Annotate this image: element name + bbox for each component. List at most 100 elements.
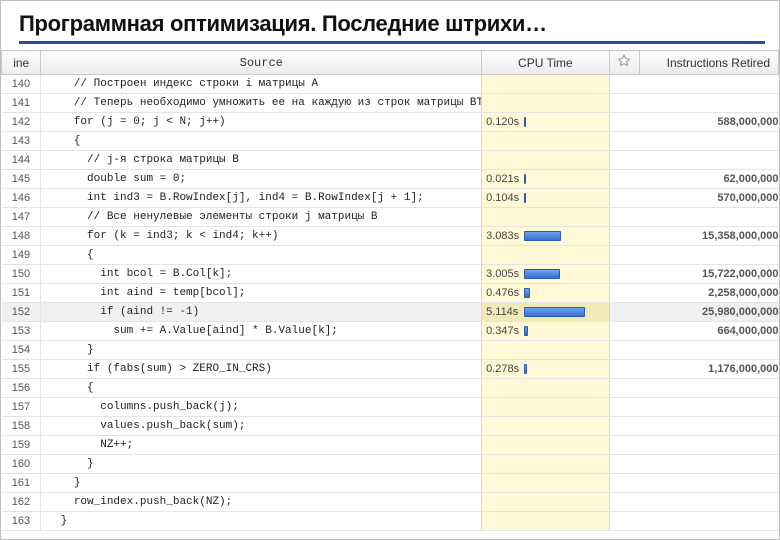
table-row[interactable]: 150 int bcol = B.Col[k];3.005s15,722,000… (2, 265, 779, 284)
cell-line-number: 153 (2, 322, 41, 341)
table-row[interactable]: 145 double sum = 0;0.021s62,000,000 (2, 170, 779, 189)
cell-source: { (41, 379, 482, 398)
cell-cpu-time (482, 94, 610, 113)
cell-star (609, 455, 639, 474)
cpu-time-value: 3.083s (486, 230, 520, 242)
cell-star (609, 341, 639, 360)
header-star[interactable] (609, 51, 639, 75)
cell-star (609, 417, 639, 436)
cell-star (609, 94, 639, 113)
table-row[interactable]: 158 values.push_back(sum); (2, 417, 779, 436)
cell-cpu-time: 0.278s (482, 360, 610, 379)
cell-source: { (41, 132, 482, 151)
cell-instructions-retired (639, 75, 778, 94)
cell-cpu-time (482, 246, 610, 265)
table-row[interactable]: 162 row_index.push_back(NZ); (2, 493, 779, 512)
cell-instructions-retired (639, 341, 778, 360)
cell-source: // Теперь необходимо умножить ее на кажд… (41, 94, 482, 113)
cell-source: for (j = 0; j < N; j++) (41, 113, 482, 132)
table-row[interactable]: 159 NZ++; (2, 436, 779, 455)
table-row[interactable]: 148 for (k = ind3; k < ind4; k++) 3.083s 1… (2, 227, 779, 246)
star-icon (617, 54, 631, 68)
slide-frame: Программная оптимизация. Последние штрих… (0, 0, 780, 540)
cell-instructions-retired (639, 246, 778, 265)
table-row[interactable]: 149 { (2, 246, 779, 265)
cell-line-number: 155 (2, 360, 41, 379)
cpu-time-bar (524, 193, 526, 203)
table-row[interactable]: 161 } (2, 474, 779, 493)
cell-instructions-retired: 15,358,000,000 (639, 227, 778, 246)
cell-star (609, 436, 639, 455)
table-row[interactable]: 154 } (2, 341, 779, 360)
cell-star (609, 512, 639, 531)
cell-instructions-retired: 570,000,000 (639, 189, 778, 208)
cell-line-number: 144 (2, 151, 41, 170)
table-row[interactable]: 155 if (fabs(sum) > ZERO_IN_CRS)0.278s 1,… (2, 360, 779, 379)
cell-line-number: 146 (2, 189, 41, 208)
cell-source: for (k = ind3; k < ind4; k++) (41, 227, 482, 246)
cell-instructions-retired (639, 436, 778, 455)
header-line[interactable]: ine (2, 51, 41, 75)
table-row[interactable]: 144 // j-я строка матрицы B (2, 151, 779, 170)
table-row[interactable]: 141 // Теперь необходимо умножить ее на … (2, 94, 779, 113)
table-row[interactable]: 146 int ind3 = B.RowIndex[j], ind4 = B.R… (2, 189, 779, 208)
table-row[interactable]: 140 // Построен индекс строки i матрицы … (2, 75, 779, 94)
cell-cpu-time (482, 417, 610, 436)
cell-source: if (fabs(sum) > ZERO_IN_CRS) (41, 360, 482, 379)
cpu-time-bar (524, 269, 560, 279)
cell-instructions-retired (639, 474, 778, 493)
cell-source: } (41, 341, 482, 360)
cell-instructions-retired: 2,258,000,000 (639, 284, 778, 303)
cell-line-number: 157 (2, 398, 41, 417)
table-row[interactable]: 163 } (2, 512, 779, 531)
table-row[interactable]: 152 if (aind != -1)5.114s25,980,000,000 (2, 303, 779, 322)
cpu-time-bar (524, 174, 526, 184)
cell-line-number: 149 (2, 246, 41, 265)
cell-line-number: 163 (2, 512, 41, 531)
cell-line-number: 151 (2, 284, 41, 303)
cell-line-number: 158 (2, 417, 41, 436)
cell-cpu-time (482, 474, 610, 493)
table-row[interactable]: 147 // Все ненулевые элементы строки j м… (2, 208, 779, 227)
cell-cpu-time: 5.114s (482, 303, 610, 322)
cell-source: if (aind != -1) (41, 303, 482, 322)
cell-cpu-time: 0.021s (482, 170, 610, 189)
cell-instructions-retired: 1,176,000,000 (639, 360, 778, 379)
table-row[interactable]: 156 { (2, 379, 779, 398)
cell-instructions-retired (639, 455, 778, 474)
cell-source: } (41, 474, 482, 493)
cell-instructions-retired: 588,000,000 (639, 113, 778, 132)
cell-instructions-retired: 664,000,000 (639, 322, 778, 341)
cell-cpu-time (482, 512, 610, 531)
cell-cpu-time (482, 436, 610, 455)
table-row[interactable]: 160 } (2, 455, 779, 474)
cell-line-number: 147 (2, 208, 41, 227)
cpu-time-bar (524, 364, 527, 374)
cell-star (609, 151, 639, 170)
cell-star (609, 398, 639, 417)
table-row[interactable]: 157 columns.push_back(j); (2, 398, 779, 417)
cell-source: int ind3 = B.RowIndex[j], ind4 = B.RowIn… (41, 189, 482, 208)
cell-line-number: 156 (2, 379, 41, 398)
header-instructions-retired[interactable]: Instructions Retired (639, 51, 778, 75)
cell-cpu-time (482, 208, 610, 227)
cell-cpu-time: 0.104s (482, 189, 610, 208)
cell-cpu-time (482, 379, 610, 398)
cpu-time-value: 0.347s (486, 325, 520, 337)
cell-source: double sum = 0; (41, 170, 482, 189)
cell-cpu-time (482, 151, 610, 170)
cell-line-number: 148 (2, 227, 41, 246)
cell-source: columns.push_back(j); (41, 398, 482, 417)
cell-star (609, 170, 639, 189)
table-row[interactable]: 142 for (j = 0; j < N; j++)0.120s588,000… (2, 113, 779, 132)
table-row[interactable]: 153 sum += A.Value[aind] * B.Value[k];0.… (2, 322, 779, 341)
cell-instructions-retired (639, 132, 778, 151)
header-source[interactable]: Source (41, 51, 482, 75)
cell-instructions-retired (639, 398, 778, 417)
table-row[interactable]: 143 { (2, 132, 779, 151)
table-header-row: ine Source CPU Time Instructions Retired (2, 51, 779, 75)
cell-line-number: 161 (2, 474, 41, 493)
table-row[interactable]: 151 int aind = temp[bcol];0.476s2,258,00… (2, 284, 779, 303)
cell-cpu-time (482, 132, 610, 151)
header-cpu-time[interactable]: CPU Time (482, 51, 610, 75)
